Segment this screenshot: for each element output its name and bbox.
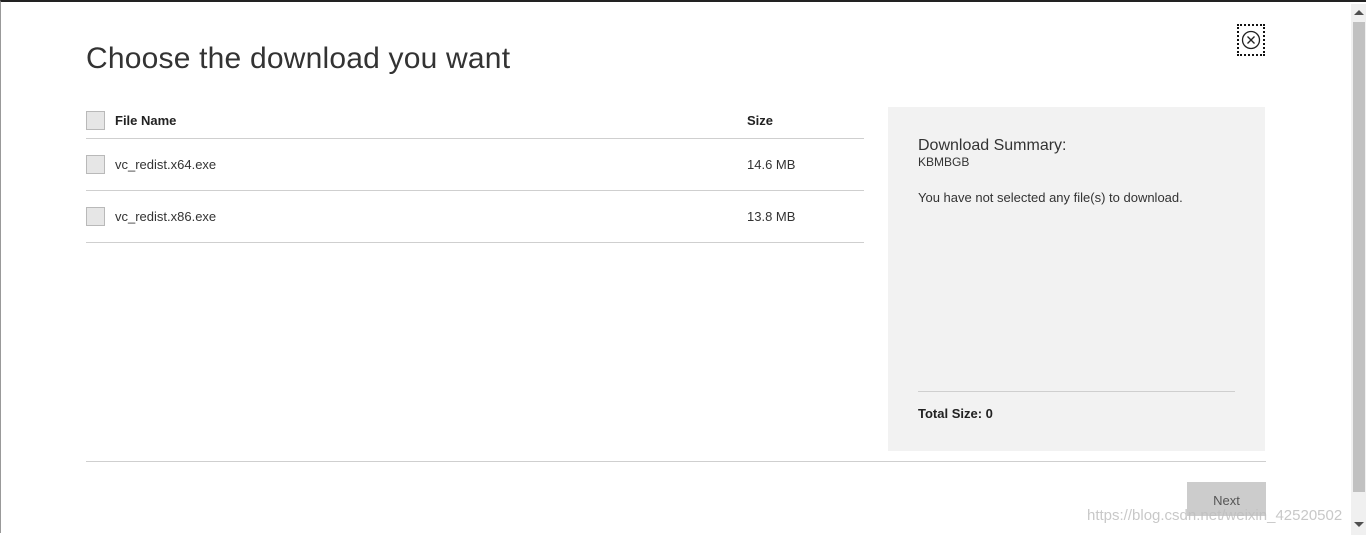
scroll-down-icon[interactable] <box>1354 522 1364 527</box>
file-size: 14.6 MB <box>747 157 796 172</box>
file-name: vc_redist.x86.exe <box>115 209 217 224</box>
file-name: vc_redist.x64.exe <box>115 157 217 172</box>
summary-message: You have not selected any file(s) to dow… <box>918 190 1183 205</box>
table-row: vc_redist.x64.exe 14.6 MB <box>86 139 864 191</box>
close-circle-icon <box>1241 30 1261 50</box>
close-button[interactable] <box>1237 24 1265 56</box>
file-size: 13.8 MB <box>747 209 796 224</box>
download-summary-panel: Download Summary: KBMBGB You have not se… <box>888 107 1265 451</box>
scroll-thumb[interactable] <box>1353 22 1365 492</box>
column-header-file-name: File Name <box>115 113 177 128</box>
file-checkbox-x64[interactable] <box>86 155 105 174</box>
summary-subtitle: KBMBGB <box>918 155 970 169</box>
file-checkbox-x86[interactable] <box>86 207 105 226</box>
page-title: Choose the download you want <box>86 42 511 75</box>
column-header-size: Size <box>747 113 774 128</box>
scroll-up-icon[interactable] <box>1354 10 1364 15</box>
summary-divider <box>918 391 1235 392</box>
total-size: Total Size: 0 <box>918 406 993 421</box>
footer-divider <box>86 461 1266 462</box>
summary-title: Download Summary: <box>918 137 1067 154</box>
table-header: File Name Size <box>86 107 864 139</box>
download-dialog: Choose the download you want File Name S… <box>0 0 1366 535</box>
vertical-scrollbar[interactable] <box>1351 4 1366 535</box>
watermark: https://blog.csdn.net/weixin_42520502 <box>1087 507 1343 524</box>
select-all-checkbox[interactable] <box>86 111 105 130</box>
file-table: File Name Size vc_redist.x64.exe 14.6 MB… <box>86 107 864 243</box>
table-row: vc_redist.x86.exe 13.8 MB <box>86 191 864 243</box>
